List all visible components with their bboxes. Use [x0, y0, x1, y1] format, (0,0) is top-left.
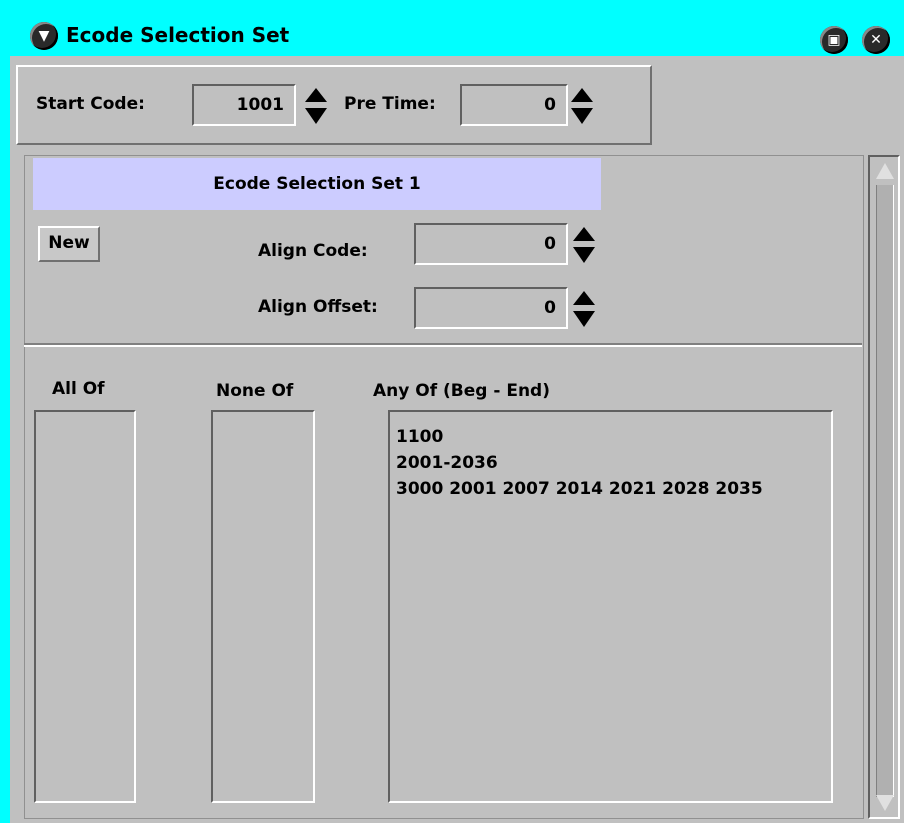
pre-time-stepper[interactable]: [570, 84, 594, 126]
stepper-up-icon[interactable]: [573, 227, 595, 241]
stepper-down-icon[interactable]: [571, 108, 593, 124]
close-button[interactable]: ✕: [862, 26, 890, 54]
maximize-button[interactable]: ▣: [820, 26, 848, 54]
scroll-up-icon[interactable]: [876, 163, 894, 179]
all-of-label: All Of: [52, 379, 105, 399]
stepper-down-icon[interactable]: [573, 247, 595, 263]
align-code-label: Align Code:: [258, 241, 368, 261]
scroll-down-icon[interactable]: [876, 795, 894, 811]
app-window: ▼ Ecode Selection Set ▣ ✕ Start Code: 10…: [0, 0, 904, 823]
section-divider-highlight: [24, 345, 862, 347]
stepper-down-icon[interactable]: [305, 108, 327, 124]
start-code-stepper[interactable]: [304, 84, 328, 126]
pre-time-field[interactable]: 0: [460, 84, 568, 126]
stepper-up-icon[interactable]: [305, 88, 327, 102]
close-icon: ✕: [870, 32, 882, 48]
start-code-field[interactable]: 1001: [192, 84, 296, 126]
window-title: Ecode Selection Set: [66, 23, 290, 47]
title-bar[interactable]: ▼ Ecode Selection Set: [8, 14, 904, 58]
vertical-scrollbar[interactable]: [868, 155, 900, 819]
all-of-list[interactable]: [34, 410, 136, 803]
none-of-label: None Of: [216, 381, 294, 401]
align-code-field[interactable]: 0: [414, 223, 568, 265]
any-of-list-content[interactable]: 1100 2001-2036 3000 2001 2007 2014 2021 …: [396, 424, 763, 502]
pre-time-label: Pre Time:: [344, 94, 436, 114]
stepper-down-icon[interactable]: [573, 311, 595, 327]
selection-set-header: Ecode Selection Set 1: [33, 158, 601, 210]
chevron-down-icon: ▼: [38, 28, 50, 44]
new-button[interactable]: New: [38, 226, 100, 262]
window-menu-button[interactable]: ▼: [30, 22, 58, 50]
maximize-icon: ▣: [827, 32, 841, 48]
align-code-stepper[interactable]: [572, 223, 596, 265]
start-code-label: Start Code:: [36, 94, 145, 114]
list-item[interactable]: 1100: [396, 424, 763, 450]
align-offset-stepper[interactable]: [572, 287, 596, 329]
list-item[interactable]: 3000 2001 2007 2014 2021 2028 2035: [396, 476, 763, 502]
stepper-up-icon[interactable]: [573, 291, 595, 305]
align-offset-label: Align Offset:: [258, 297, 378, 317]
list-item[interactable]: 2001-2036: [396, 450, 763, 476]
scrollbar-trough[interactable]: [876, 185, 894, 797]
stepper-up-icon[interactable]: [571, 88, 593, 102]
align-offset-field[interactable]: 0: [414, 287, 568, 329]
none-of-list[interactable]: [211, 410, 315, 803]
any-of-label: Any Of (Beg - End): [373, 381, 550, 401]
